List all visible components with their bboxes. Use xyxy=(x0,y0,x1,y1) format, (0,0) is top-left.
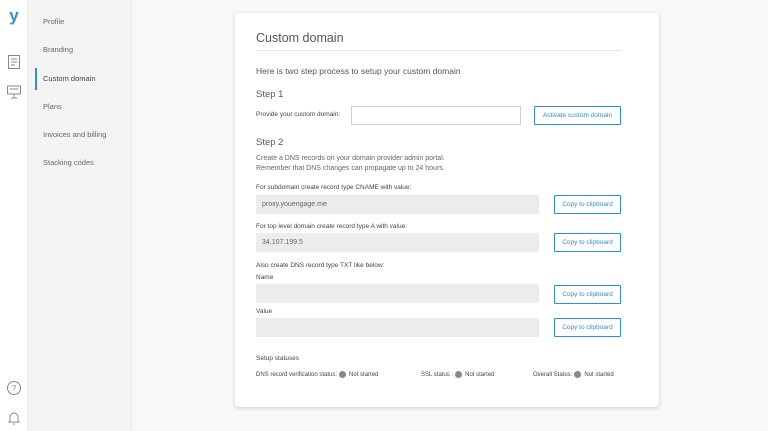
step1-heading: Step 1 xyxy=(256,89,284,100)
step2-heading: Step 2 xyxy=(256,137,284,148)
overall-status-dot xyxy=(574,371,582,378)
txt-value-label: Value xyxy=(256,308,273,315)
bell-icon[interactable] xyxy=(6,410,22,426)
dns-status-dot xyxy=(339,371,347,378)
settings-sidebar: Profile Branding Custom domain Plans Inv… xyxy=(28,0,132,431)
title-divider xyxy=(256,50,622,51)
ssl-status: SSL status : Not started xyxy=(421,371,495,378)
overall-status: Overall Status: Not started xyxy=(533,371,614,378)
overall-status-value: Not started xyxy=(584,371,614,378)
presentation-icon[interactable] xyxy=(6,84,22,100)
dns-status: DNS record verification status: Not star… xyxy=(256,371,378,378)
sidebar-item-custom-domain[interactable]: Custom domain xyxy=(28,68,132,90)
sidebar-item-branding[interactable]: Branding xyxy=(28,39,132,61)
step2-description-line2: Remember that DNS changes can propagate … xyxy=(256,165,445,172)
document-list-icon[interactable] xyxy=(6,54,22,70)
step2-description-line1: Create a DNS records on your domain prov… xyxy=(256,155,445,162)
txt-name-label: Name xyxy=(256,274,274,281)
app-logo[interactable]: y xyxy=(7,7,21,24)
cname-value-field[interactable]: proxy.youengage.me xyxy=(256,195,539,214)
txt-record-label: Also create DNS record type TXT like bel… xyxy=(256,262,385,269)
setup-statuses-heading: Setup statuses xyxy=(256,355,299,362)
custom-domain-label: Provide your custom domain: xyxy=(256,111,341,118)
cname-label: For subdomain create record type CNAME w… xyxy=(256,184,412,191)
dns-status-value: Not started xyxy=(349,371,379,378)
ssl-status-value: Not started xyxy=(465,371,495,378)
overall-status-label: Overall Status: xyxy=(533,371,573,378)
txt-name-field[interactable] xyxy=(256,284,539,303)
sidebar-item-profile[interactable]: Profile xyxy=(28,11,132,33)
page-title: Custom domain xyxy=(256,31,344,45)
a-record-value-field[interactable]: 34.107.199.5 xyxy=(256,233,539,252)
svg-text:?: ? xyxy=(12,384,17,393)
sidebar-item-stacking-codes[interactable]: Stacking codes xyxy=(28,152,132,174)
intro-text: Here is two step process to setup your c… xyxy=(256,66,461,76)
copy-txt-name-button[interactable]: Copy to clipboard xyxy=(554,285,621,304)
ssl-status-dot xyxy=(455,371,463,378)
custom-domain-card: Custom domain Here is two step process t… xyxy=(235,13,659,407)
custom-domain-input[interactable] xyxy=(351,106,521,125)
icon-rail: y ? xyxy=(0,0,28,431)
activate-custom-domain-button[interactable]: Activate custom domain xyxy=(534,106,621,125)
copy-cname-button[interactable]: Copy to clipboard xyxy=(554,195,621,214)
ssl-status-label: SSL status : xyxy=(421,371,454,378)
dns-status-label: DNS record verification status: xyxy=(256,371,338,378)
sidebar-item-plans[interactable]: Plans xyxy=(28,96,132,118)
a-record-label: For top level domain create record type … xyxy=(256,223,408,230)
help-icon[interactable]: ? xyxy=(6,380,22,396)
txt-value-field[interactable] xyxy=(256,318,539,337)
copy-txt-value-button[interactable]: Copy to clipboard xyxy=(554,318,621,337)
sidebar-item-invoices-and-billing[interactable]: Invoices and billing xyxy=(28,124,132,146)
copy-a-record-button[interactable]: Copy to clipboard xyxy=(554,233,621,252)
